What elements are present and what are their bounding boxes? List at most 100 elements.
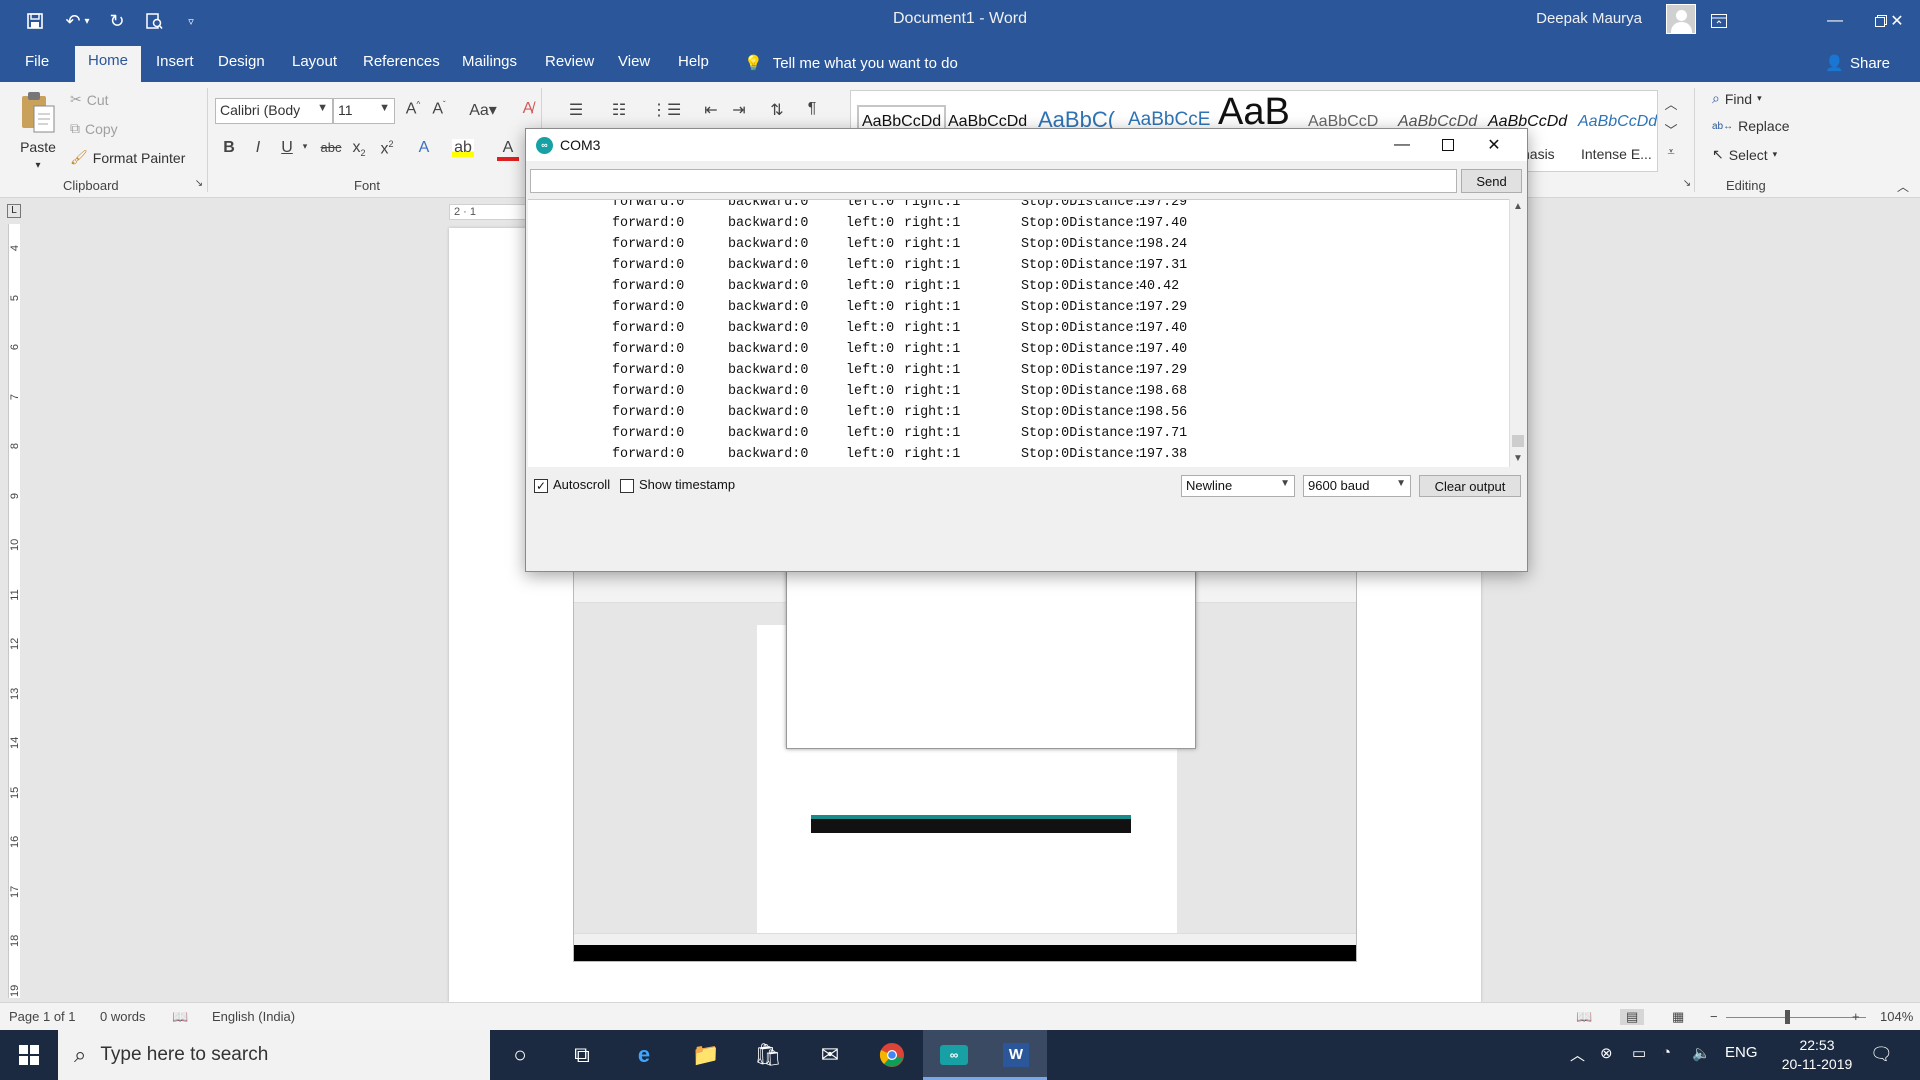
tab-home[interactable]: Home [75,46,142,82]
show-timestamp-checkbox[interactable] [620,479,634,493]
paste-button[interactable]: Paste ▾ [18,90,58,171]
scrollbar-thumb[interactable] [1512,435,1524,447]
serial-minimize-icon[interactable]: — [1379,129,1425,161]
sort-icon[interactable]: ⇅ [766,100,788,120]
start-button[interactable] [0,1030,58,1080]
mail-icon[interactable]: ✉ [799,1030,861,1080]
find-button[interactable]: ⌕ Find ▾ [1712,90,1762,107]
ribbon-display-options-icon[interactable] [1696,0,1742,42]
show-hidden-icons-icon[interactable]: ︿ [1570,1044,1585,1065]
subscript-icon[interactable]: x2 [348,139,370,158]
grow-font-icon[interactable]: A^ [402,100,424,118]
redo-icon[interactable]: ↻ [104,9,130,33]
output-scrollbar[interactable]: ▲ ▼ [1509,199,1526,467]
tab-help[interactable]: Help [676,50,711,82]
web-layout-icon[interactable]: ▦ [1672,1009,1684,1025]
shrink-font-icon[interactable]: Aˇ [428,100,450,118]
battery-icon[interactable]: ▭ [1632,1044,1646,1062]
serial-output[interactable]: forward:0 backward:0 left:0 right:1 Stop:0Di… [528,199,1509,467]
undo-dropdown-icon[interactable]: ▾ [80,9,94,33]
volume-icon[interactable]: 🔈 [1692,1044,1711,1062]
serial-maximize-icon[interactable] [1425,129,1471,161]
zoom-slider-thumb[interactable] [1785,1010,1790,1024]
tab-design[interactable]: Design [216,50,267,82]
superscript-icon[interactable]: x2 [376,139,398,158]
bullets-icon[interactable]: ☰ [563,100,589,120]
file-explorer-icon[interactable]: 📁 [675,1030,737,1080]
zoom-slider-track[interactable] [1726,1017,1866,1018]
font-size-select[interactable]: 11 ▼ [333,98,395,124]
send-button[interactable]: Send [1461,169,1522,193]
print-layout-icon[interactable]: ▤ [1620,1009,1645,1025]
zoom-out-icon[interactable]: − [1710,1009,1718,1024]
network-error-icon[interactable]: ⊗ [1600,1044,1613,1062]
read-mode-icon[interactable]: 📖 [1576,1009,1592,1025]
serial-close-icon[interactable]: ✕ [1471,129,1517,161]
line-ending-select[interactable]: Newline ▼ [1181,475,1295,497]
taskbar-search[interactable]: ⌕ Type here to search [58,1030,490,1080]
chevron-down-icon[interactable]: ﹀ [1660,120,1682,139]
serial-monitor-window[interactable]: ∞ COM3 — ✕ Send forward:0 backward:0 left:… [525,128,1528,572]
arduino-icon[interactable]: ∞ [923,1030,985,1080]
chrome-icon[interactable] [861,1030,923,1080]
copy-button[interactable]: ⧉ Copy [70,120,118,137]
language[interactable]: English (India) [212,1009,295,1024]
show-formatting-icon[interactable]: ¶ [801,100,823,118]
autoscroll-checkbox[interactable]: ✓ [534,479,548,493]
decrease-indent-icon[interactable]: ⇤ [700,100,722,120]
cut-button[interactable]: ✂ Cut [70,91,109,108]
store-icon[interactable]: 🛍 [737,1030,799,1080]
embedded-screenshot-image[interactable] [573,568,1357,962]
more-styles-icon[interactable]: ⩡ [1660,144,1682,160]
input-language[interactable]: ENG [1725,1044,1758,1061]
tab-file[interactable]: File [23,50,51,82]
save-icon[interactable] [22,9,48,33]
notifications-icon[interactable]: 🗨 [1870,1044,1893,1065]
share-button[interactable]: 👤 Share [1825,54,1890,73]
clear-formatting-icon[interactable]: A̸ [517,100,539,118]
collapse-ribbon-icon[interactable]: ︿ [1892,178,1914,195]
format-painter-button[interactable]: 🖌 Format Painter [70,149,185,166]
serial-input[interactable] [530,169,1457,193]
multilevel-list-icon[interactable]: ⋮☰ [651,100,681,120]
clear-output-button[interactable]: Clear output [1419,475,1521,497]
strikethrough-icon[interactable]: abc [316,140,346,155]
increase-indent-icon[interactable]: ⇥ [728,100,750,120]
tab-selector-icon[interactable]: L [7,204,21,218]
tab-view[interactable]: View [616,50,652,82]
zoom-in-icon[interactable]: + [1852,1009,1860,1024]
word-icon[interactable]: W [985,1030,1047,1080]
text-effects-icon[interactable]: A [413,139,435,157]
edge-icon[interactable]: e [613,1030,675,1080]
scroll-down-icon[interactable]: ▼ [1510,451,1526,467]
task-view-icon[interactable]: ⧉ [551,1030,613,1080]
avatar[interactable] [1666,4,1696,34]
baud-rate-select[interactable]: 9600 baud ▼ [1303,475,1411,497]
bold-icon[interactable]: B [218,139,240,157]
close-icon[interactable]: ✕ [1874,0,1920,42]
minimize-icon[interactable]: — [1812,0,1858,42]
tell-me-box[interactable]: 💡 Tell me what you want to do [744,54,958,73]
word-count[interactable]: 0 words [100,1009,146,1024]
change-case-icon[interactable]: Aa▾ [466,100,500,120]
proofing-icon[interactable]: 📖 [172,1009,188,1025]
scroll-up-icon[interactable]: ▲ [1510,199,1526,215]
tab-review[interactable]: Review [543,50,596,82]
style-intense-emphasis[interactable]: AaBbCcDd [1578,113,1657,131]
chevron-up-icon[interactable]: ︿ [1660,94,1682,113]
user-name[interactable]: Deepak Maurya [1536,10,1642,27]
font-name-select[interactable]: Calibri (Body ▼ [215,98,333,124]
tab-references[interactable]: References [361,50,442,82]
replace-button[interactable]: ab↔ Replace [1712,118,1790,134]
customize-toolbar-icon[interactable]: ▿ [178,9,204,33]
page-count[interactable]: Page 1 of 1 [9,1009,76,1024]
numbering-icon[interactable]: ☷ [606,100,632,120]
clock[interactable]: 22:53 20-11-2019 [1774,1036,1860,1074]
tab-mailings[interactable]: Mailings [460,50,519,82]
tab-layout[interactable]: Layout [290,50,339,82]
tab-insert[interactable]: Insert [154,50,196,82]
underline-dropdown-icon[interactable]: ▾ [294,141,316,152]
cortana-icon[interactable]: ○ [489,1030,551,1080]
serial-title-bar[interactable]: ∞ COM3 — ✕ [526,129,1527,161]
select-button[interactable]: ↖ Select ▾ [1712,146,1777,163]
